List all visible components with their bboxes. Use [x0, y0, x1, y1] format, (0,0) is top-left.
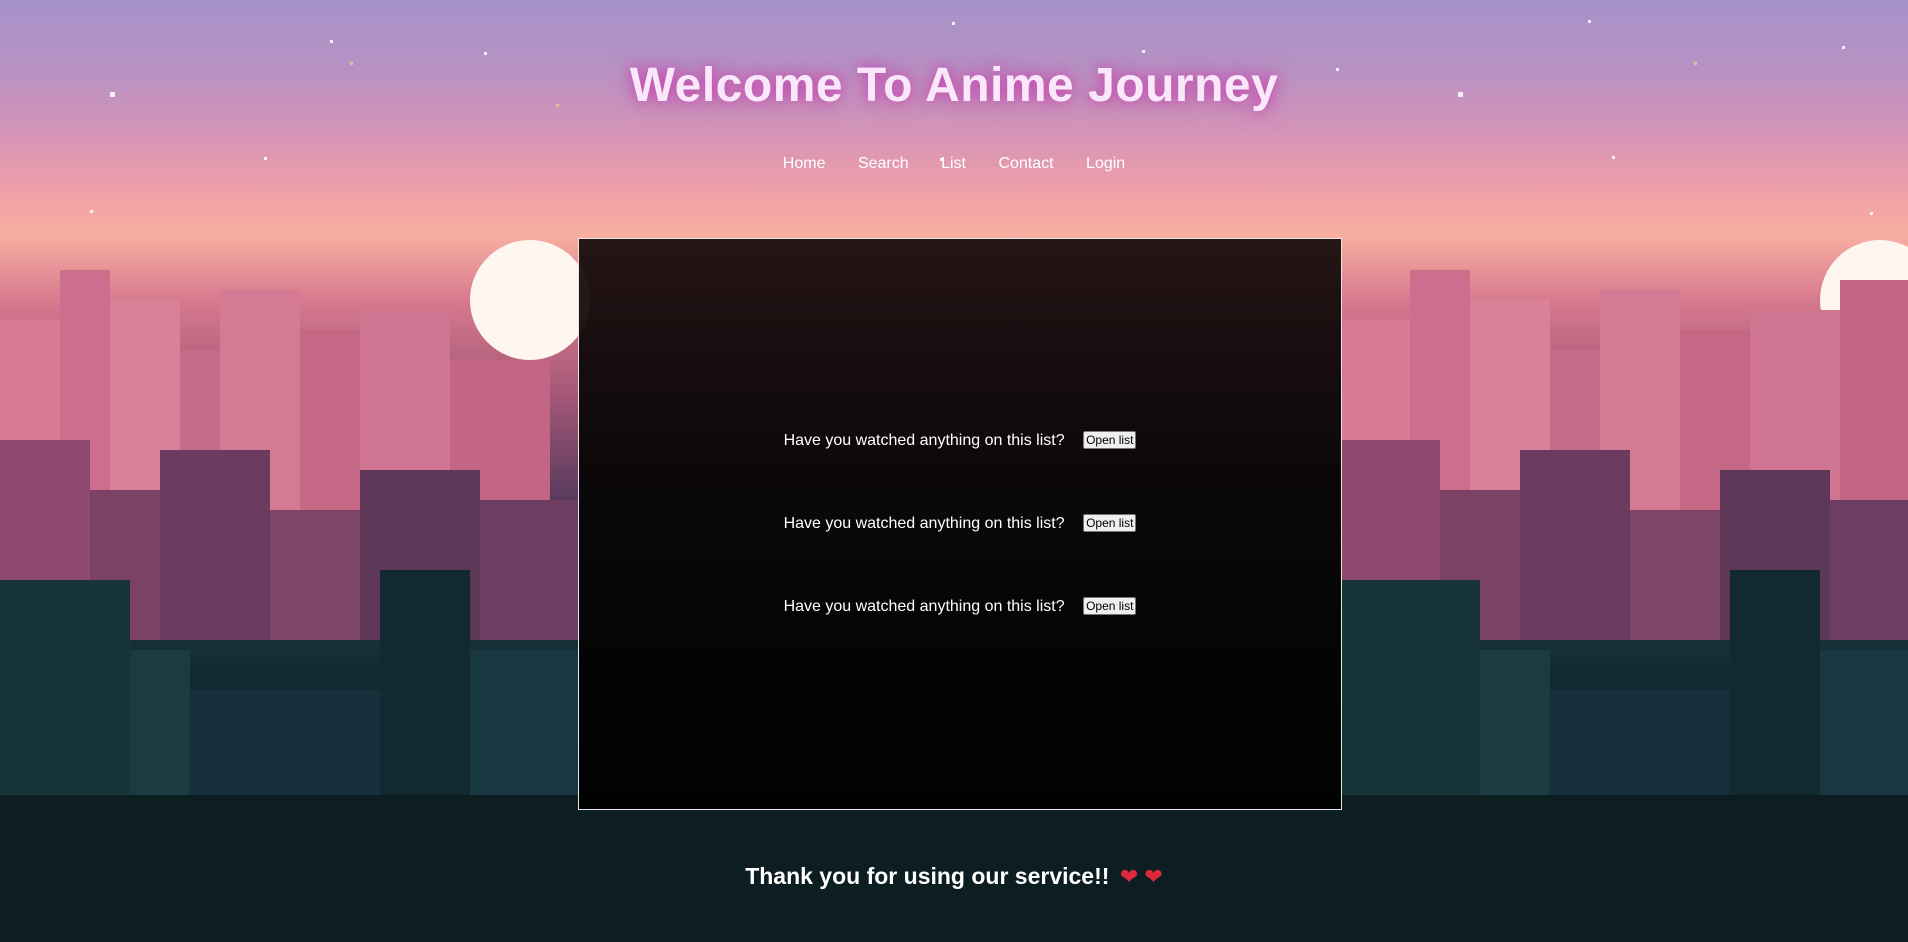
- heart-icon: ❤ ❤: [1119, 864, 1163, 889]
- star: [330, 40, 333, 43]
- nav-list-link[interactable]: List: [941, 155, 966, 173]
- nav-search-link[interactable]: Search: [858, 155, 909, 173]
- thank-you-text: Thank you for using our service!!: [745, 863, 1110, 889]
- star: [1142, 50, 1145, 53]
- list-question: Have you watched anything on this list?: [783, 432, 1065, 449]
- star: [1870, 212, 1873, 215]
- nav-login-link[interactable]: Login: [1086, 155, 1125, 173]
- list-question: Have you watched anything on this list?: [783, 598, 1065, 615]
- list-row: Have you watched anything on this list? …: [579, 597, 1341, 616]
- star: [952, 22, 955, 25]
- star: [484, 52, 487, 55]
- list-panel: Have you watched anything on this list? …: [578, 238, 1342, 810]
- open-list-button[interactable]: Open list: [1083, 431, 1137, 449]
- nav-home-link[interactable]: Home: [783, 155, 826, 173]
- star: [90, 210, 93, 213]
- star: [1842, 46, 1845, 49]
- nav-contact-link[interactable]: Contact: [998, 155, 1053, 173]
- open-list-button[interactable]: Open list: [1083, 514, 1137, 532]
- star: [1588, 20, 1591, 23]
- open-list-button[interactable]: Open list: [1083, 597, 1137, 615]
- footer-message: Thank you for using our service!! ❤ ❤: [0, 863, 1908, 890]
- list-row: Have you watched anything on this list? …: [579, 431, 1341, 450]
- list-question: Have you watched anything on this list?: [783, 515, 1065, 532]
- page-title: Welcome To Anime Journey: [629, 59, 1279, 112]
- main-nav: Home Search List Contact Login: [0, 155, 1908, 173]
- list-row: Have you watched anything on this list? …: [579, 514, 1341, 533]
